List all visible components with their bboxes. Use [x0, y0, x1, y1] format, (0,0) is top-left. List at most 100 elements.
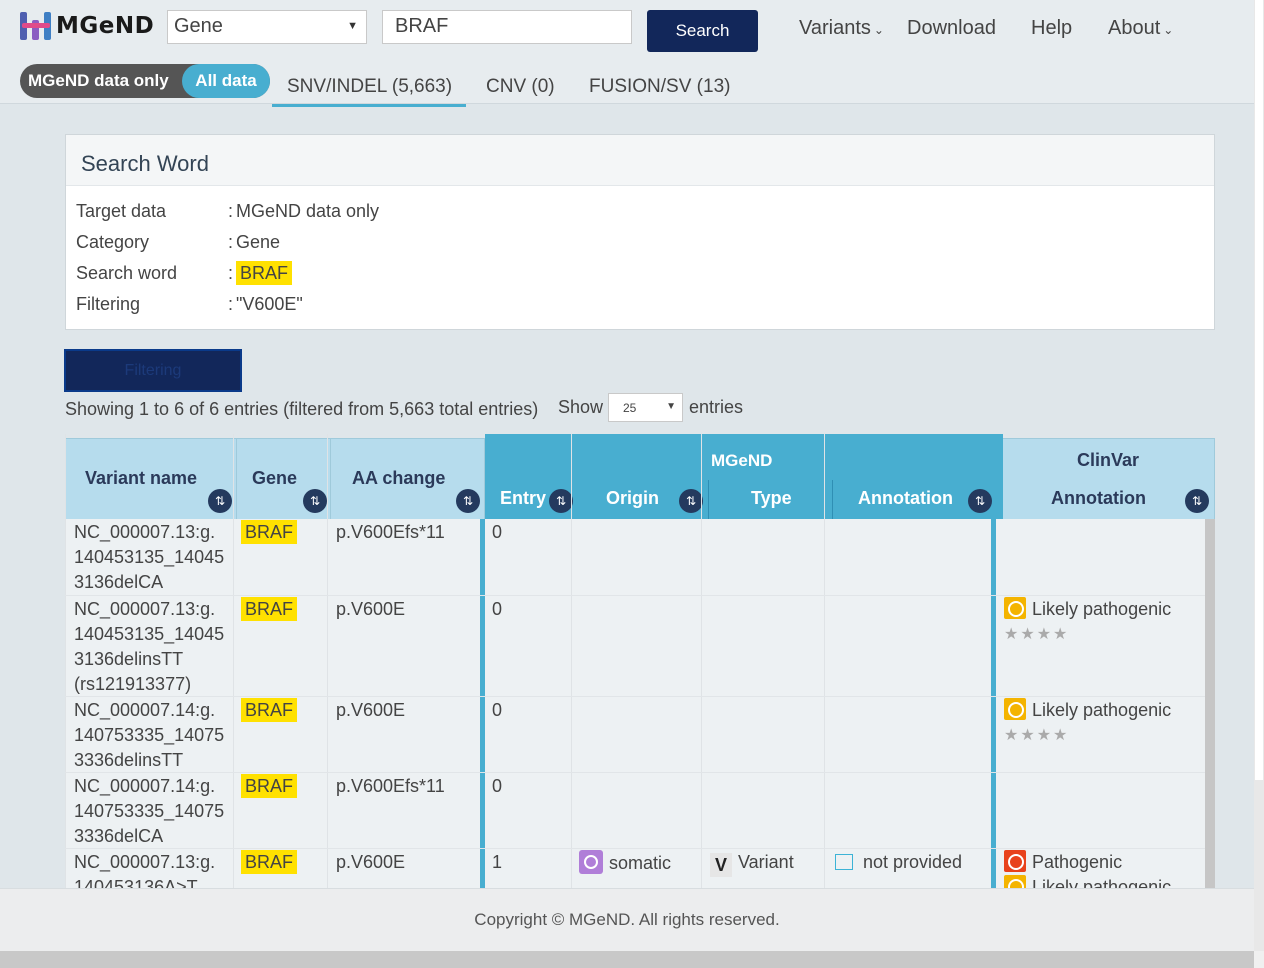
page-length-select[interactable]: 25 ▼ [608, 393, 683, 422]
likely-pathogenic-icon [1004, 597, 1026, 619]
variants-table: Variant name ⇅ Gene ⇅ AA change ⇅ MGeND … [65, 434, 1215, 888]
header-mgend: MGeND [711, 451, 773, 470]
search-button[interactable]: Search [647, 10, 758, 52]
table-row[interactable]: NC_000007.14:g. 140753335_14075 3336delins… [65, 697, 1205, 773]
header-type[interactable]: Type [751, 488, 792, 509]
kv-search-word: Search word: BRAF [76, 261, 293, 285]
header-variant-name[interactable]: Variant name [85, 468, 197, 489]
likely-pathogenic-icon [1004, 698, 1026, 720]
tab-fusion-sv[interactable]: FUSION/SV (13) [589, 76, 730, 104]
not-provided-icon [835, 854, 853, 870]
variant-name-cell: NC_000007.13:g. 140453136A>T [74, 852, 216, 888]
variant-name-cell: NC_000007.14:g. 140753335_14075 3336delCA [74, 776, 225, 846]
nav-variants[interactable]: Variants ⌄ [799, 17, 884, 40]
header-entry[interactable]: Entry [500, 488, 546, 509]
table-row[interactable]: NC_000007.13:g. 140453136A>T BRAF p.V600E… [65, 849, 1205, 888]
kv-key: Search word [76, 263, 178, 283]
entry-cell: 0 [492, 700, 503, 720]
table-row[interactable]: NC_000007.13:g. 140453135_14045 3136delins… [65, 596, 1205, 697]
aa-change-cell: p.V600Efs*11 [336, 776, 445, 796]
kv-value: Gene [236, 232, 281, 252]
sort-icon[interactable]: ⇅ [679, 489, 703, 513]
entry-cell: 0 [492, 776, 503, 796]
aa-change-cell: p.V600E [336, 852, 406, 872]
kv-category: Category: Gene [76, 232, 281, 252]
header-gene[interactable]: Gene [252, 468, 297, 489]
gene-tag[interactable]: BRAF [241, 597, 298, 621]
sort-icon[interactable]: ⇅ [549, 489, 573, 513]
sort-icon[interactable]: ⇅ [303, 489, 327, 513]
gene-tag[interactable]: BRAF [241, 850, 298, 874]
aa-change-cell: p.V600Efs*11 [336, 522, 445, 542]
entries-label: entries [689, 397, 744, 417]
toggle-mgend-only[interactable]: MGeND data only [20, 71, 182, 91]
footer: Copyright © MGeND. All rights reserved. [0, 888, 1254, 951]
entry-cell: 0 [492, 599, 503, 619]
annotation-cell: not provided [835, 850, 962, 875]
kv-target-data: Target data: MGeND data only [76, 201, 380, 221]
table-row[interactable]: NC_000007.14:g. 140753335_14075 3336delCA … [65, 773, 1205, 849]
clinvar-cell: Pathogenic Likely pathogenic [1004, 850, 1171, 888]
filtering-button[interactable]: Filtering [64, 349, 242, 392]
header-clinvar: ClinVar [1077, 450, 1140, 470]
origin-cell: somatic [579, 850, 671, 876]
review-stars: ★★★★ [1004, 626, 1070, 643]
category-select[interactable]: Gene ▼ [167, 10, 367, 44]
sort-icon[interactable]: ⇅ [1185, 489, 1209, 513]
page-horizontal-scrollbar[interactable] [0, 951, 1254, 968]
variant-type-icon: V [710, 853, 732, 877]
type-cell: V Variant [710, 850, 794, 877]
entry-cell: 0 [492, 522, 503, 542]
likely-pathogenic-icon [1004, 875, 1026, 888]
nav-help[interactable]: Help [1031, 17, 1072, 40]
kv-key: Target data [76, 201, 167, 221]
kv-key: Category [76, 232, 150, 252]
chevron-down-icon: ▼ [666, 401, 676, 412]
nav-variants-label: Variants [799, 17, 871, 39]
header-origin[interactable]: Origin [606, 488, 659, 509]
scrollbar-corner [1254, 951, 1264, 968]
entry-cell: 1 [492, 852, 503, 872]
kv-key: Filtering [76, 294, 141, 314]
search-input[interactable]: BRAF [382, 10, 632, 44]
header-aa-change[interactable]: AA change [352, 468, 445, 489]
kv-value: MGeND data only [236, 201, 380, 221]
sort-icon[interactable]: ⇅ [456, 489, 480, 513]
data-scope-toggle[interactable]: MGeND data only All data [20, 64, 270, 98]
top-header: MGeND Gene ▼ BRAF Search Variants ⌄ Downl… [0, 0, 1254, 107]
kv-filtering: Filtering: "V600E" [76, 294, 303, 314]
show-label: Show [558, 397, 604, 417]
clinvar-cell: Likely pathogenic ★★★★ [1004, 698, 1171, 748]
pathogenic-icon [1004, 850, 1026, 872]
page-length-value: 25 [623, 401, 637, 415]
gene-tag[interactable]: BRAF [241, 774, 298, 798]
brand-name: MGeND [56, 13, 155, 39]
toggle-all-data[interactable]: All data [182, 64, 270, 98]
nav-download[interactable]: Download [907, 17, 996, 40]
header-clinvar-annotation[interactable]: Annotation [1051, 488, 1146, 509]
category-select-value: Gene [174, 15, 223, 37]
header-annotation[interactable]: Annotation [858, 488, 953, 509]
tab-snv-indel[interactable]: SNV/INDEL (5,663) [272, 76, 467, 107]
copyright-text: Copyright © MGeND. All rights reserved. [474, 910, 780, 929]
nav-about-label: About [1108, 17, 1161, 39]
gene-tag[interactable]: BRAF [241, 520, 298, 544]
mgend-logo[interactable]: MGeND [20, 10, 154, 42]
kv-value: BRAF [236, 261, 293, 285]
gene-tag[interactable]: BRAF [241, 698, 298, 722]
page-vertical-scrollbar[interactable] [1254, 0, 1264, 968]
clinvar-cell: Likely pathogenic ★★★★ [1004, 597, 1171, 647]
chevron-down-icon: ▼ [347, 20, 358, 32]
tab-cnv[interactable]: CNV (0) [486, 76, 555, 104]
table-scrollbar[interactable] [1205, 519, 1215, 888]
mgend-logo-icon [20, 10, 52, 42]
variant-name-cell: NC_000007.13:g. 140453135_14045 3136delCA [74, 522, 225, 592]
nav-about[interactable]: About ⌄ [1108, 17, 1173, 40]
table-row[interactable]: NC_000007.13:g. 140453135_14045 3136delCA … [65, 519, 1205, 596]
somatic-icon [579, 850, 603, 874]
search-word-panel: Search Word Target data: MGeND data only … [65, 134, 1215, 330]
sort-icon[interactable]: ⇅ [968, 489, 992, 513]
entries-info: Showing 1 to 6 of 6 entries (filtered fr… [65, 399, 539, 419]
sort-icon[interactable]: ⇅ [208, 489, 232, 513]
chevron-down-icon: ⌄ [873, 23, 884, 37]
